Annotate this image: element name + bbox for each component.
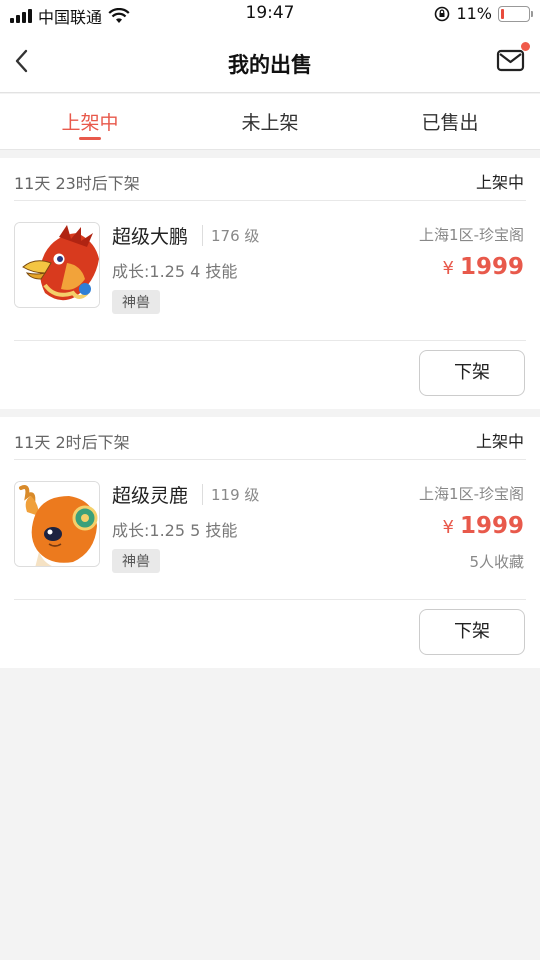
currency-symbol: ¥ (442, 517, 454, 538)
pet-level: 176 级 (202, 225, 259, 246)
mail-button[interactable] (496, 42, 530, 75)
notification-dot (521, 42, 530, 51)
pet-thumbnail[interactable] (14, 222, 100, 308)
nav-bar: 我的出售 (0, 30, 540, 93)
tab-label: 已售出 (421, 112, 479, 134)
pet-name: 超级灵鹿 (112, 485, 189, 507)
delist-countdown: 11天 23时后下架 (14, 174, 140, 193)
page-title: 我的出售 (228, 53, 312, 77)
favorites-count: 5人收藏 (469, 553, 524, 571)
server-name: 上海1区-珍宝阁 (419, 485, 524, 503)
server-name: 上海1区-珍宝阁 (419, 226, 524, 244)
pet-growth-skills: 成长:1.25 4 技能 (112, 262, 238, 281)
tab-listed[interactable]: 上架中 (0, 94, 180, 149)
pet-tag: 神兽 (112, 549, 160, 573)
currency-symbol: ¥ (442, 258, 454, 279)
delist-countdown: 11天 2时后下架 (14, 433, 130, 452)
price: ¥1999 (443, 254, 524, 280)
status-bar: 中国联通 19:47 11% (0, 0, 540, 30)
tab-label: 未上架 (241, 112, 299, 134)
pet-thumbnail[interactable] (14, 481, 100, 567)
card-header: 11天 2时后下架 上架中 (14, 417, 526, 460)
battery-icon (498, 5, 533, 22)
divider (14, 340, 526, 341)
tab-label: 上架中 (61, 112, 119, 134)
pet-level: 119 级 (202, 484, 259, 505)
divider (14, 599, 526, 600)
listing-card: 11天 2时后下架 上架中 超级灵鹿 119 级 成长:1.25 5 技能 神兽… (0, 417, 540, 668)
pet-tag: 神兽 (112, 290, 160, 314)
delist-button[interactable]: 下架 (419, 609, 525, 655)
listing-status: 上架中 (475, 173, 524, 192)
listing-card: 11天 23时后下架 上架中 超级大鹏 176 级 成长:1.25 4 技能 神… (0, 158, 540, 409)
pet-growth-skills: 成长:1.25 5 技能 (112, 521, 238, 540)
price: ¥1999 (443, 513, 524, 539)
battery-fill (501, 8, 504, 19)
rotation-lock-icon (435, 6, 450, 21)
tab-bar: 上架中 未上架 已售出 (0, 94, 540, 150)
tab-unlisted[interactable]: 未上架 (180, 94, 360, 149)
deer-pet-image (15, 482, 99, 566)
status-right: 11% (434, 4, 533, 23)
battery-percent: 11% (456, 4, 492, 23)
active-tab-indicator (79, 137, 101, 140)
listing-status: 上架中 (475, 432, 524, 451)
price-amount: 1999 (459, 513, 524, 539)
delist-button[interactable]: 下架 (419, 350, 525, 396)
tab-sold[interactable]: 已售出 (360, 94, 540, 149)
card-header: 11天 23时后下架 上架中 (14, 158, 526, 201)
phoenix-pet-image (15, 223, 99, 307)
pet-name: 超级大鹏 (112, 226, 189, 248)
price-amount: 1999 (459, 254, 524, 280)
